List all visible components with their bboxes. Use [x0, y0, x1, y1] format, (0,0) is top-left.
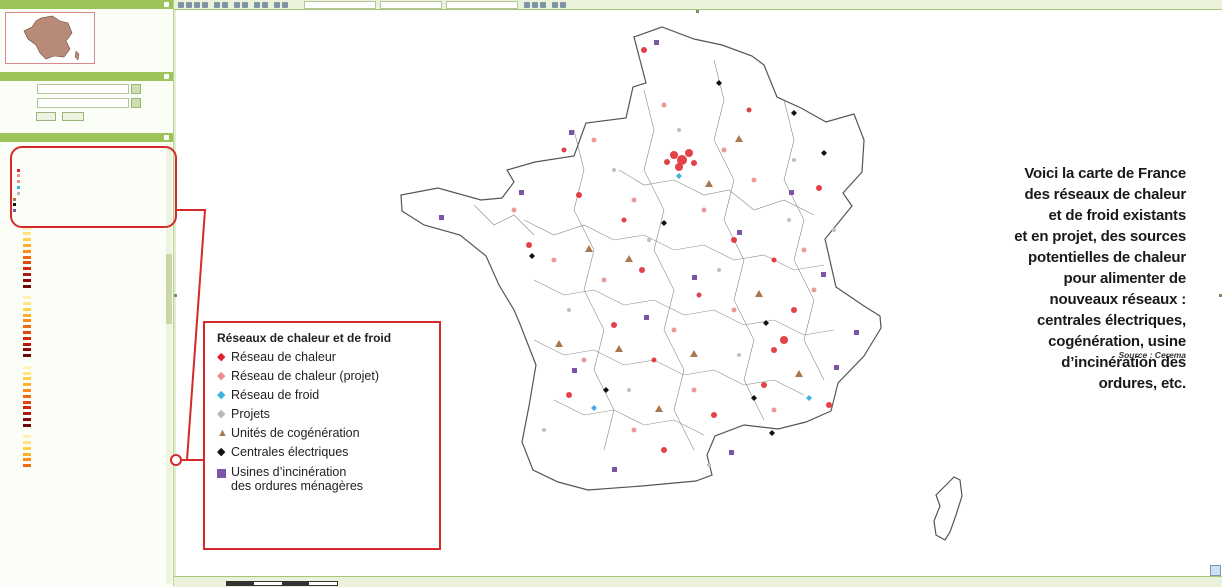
- department-row: [0, 83, 173, 95]
- draw-icon[interactable]: [262, 2, 268, 8]
- project-icon: ◆: [217, 408, 226, 420]
- cogeneration-icon: ▲: [217, 427, 228, 439]
- legend-item-cold-network: ◆ Réseau de froid: [217, 386, 439, 405]
- legend-box: Réseaux de chaleur et de froid ◆ Réseau …: [203, 321, 441, 550]
- localiser-actions: [0, 109, 173, 121]
- overview-map[interactable]: [5, 12, 95, 64]
- legend-label-line1: Usines d’incinération: [231, 465, 347, 479]
- legend-label: Réseau de froid: [231, 388, 320, 402]
- legend-item-heat-network-project: ◆ Réseau de chaleur (projet): [217, 367, 439, 386]
- projection-select[interactable]: [446, 1, 518, 9]
- print-icon[interactable]: [282, 2, 288, 8]
- legend-highlight-frame: [10, 146, 177, 228]
- incineration-icon: [217, 465, 231, 482]
- heat-project-icon: ◆: [217, 370, 226, 382]
- reset-button[interactable]: [61, 112, 84, 121]
- cold-network-icon: ◆: [217, 389, 226, 401]
- caption-line: cogénération, usine: [1048, 333, 1186, 350]
- search-icon[interactable]: [178, 2, 184, 8]
- localiser-button[interactable]: [36, 112, 56, 121]
- map-markers: [439, 40, 859, 472]
- map-status-bar: [174, 576, 1222, 587]
- pan-icon[interactable]: [202, 2, 208, 8]
- legend-item-incineration: Usines d’incinération des ordures ménagè…: [217, 465, 439, 493]
- sidebar: [0, 0, 174, 586]
- square-icon: [217, 469, 226, 478]
- pan-grip-left[interactable]: [174, 294, 177, 297]
- scale-select[interactable]: [304, 1, 376, 9]
- caption-line: nouveaux réseaux :: [1049, 291, 1187, 308]
- camera-icon[interactable]: [532, 2, 538, 8]
- map-toolbar: [174, 0, 1222, 10]
- caption-line: centrales électriques,: [1036, 312, 1186, 329]
- help-icon[interactable]: [552, 2, 558, 8]
- collapse-icon[interactable]: [164, 74, 169, 79]
- power-plant-icon: ◆: [217, 446, 226, 458]
- legend-label: Projets: [231, 407, 270, 421]
- department-dropdown-button[interactable]: [131, 84, 141, 94]
- legend-label: Réseau de chaleur (projet): [231, 369, 379, 383]
- legend-label: Centrales électriques: [231, 445, 349, 459]
- overview-france-shape: [23, 15, 80, 61]
- department-borders: [473, 59, 835, 451]
- caption-line: pour alimenter de: [1063, 270, 1187, 287]
- measure-icon[interactable]: [214, 2, 220, 8]
- legend-label: Unités de cogénération: [231, 426, 360, 440]
- legend-label: Réseau de chaleur: [231, 350, 336, 364]
- zoom-in-icon[interactable]: [186, 2, 192, 8]
- share-icon[interactable]: [540, 2, 546, 8]
- commune-dropdown-button[interactable]: [131, 98, 141, 108]
- fullscreen-icon[interactable]: [560, 2, 566, 8]
- scrollbar-thumb[interactable]: [166, 254, 172, 324]
- legend-title: Réseaux de chaleur et de froid: [217, 331, 392, 345]
- legend-item-heat-network: ◆ Réseau de chaleur: [217, 348, 439, 367]
- map-frame-left: [174, 10, 176, 576]
- department-input[interactable]: [37, 84, 129, 94]
- commune-input[interactable]: [37, 98, 129, 108]
- heat-network-icon: ◆: [217, 351, 226, 363]
- zoom-out-icon[interactable]: [194, 2, 200, 8]
- callout-circle: [170, 454, 182, 466]
- legend-item-projects: ◆ Projets: [217, 405, 439, 424]
- pan-grip-top[interactable]: [696, 10, 699, 13]
- legend-item-cogeneration: ▲ Unités de cogénération: [217, 424, 439, 443]
- print-preview-icon[interactable]: [524, 2, 530, 8]
- format-select[interactable]: [380, 1, 442, 9]
- caption-line: Voici la carte de France: [1024, 165, 1186, 182]
- export-icon[interactable]: [274, 2, 280, 8]
- panel-header-legende[interactable]: [0, 133, 173, 142]
- caption-line: ordures, etc.: [1098, 375, 1187, 392]
- caption-line: des réseaux de chaleur: [1024, 186, 1186, 203]
- select-icon[interactable]: [234, 2, 240, 8]
- caption-line: potentielles de chaleur: [1028, 249, 1186, 266]
- caption-line: et en projet, des sources: [1014, 228, 1186, 245]
- legend-item-power-plants: ◆ Centrales électriques: [217, 443, 439, 462]
- france-outline: [400, 26, 963, 541]
- collapse-icon[interactable]: [164, 135, 169, 140]
- source-credit: Source : Cerema: [1118, 350, 1186, 360]
- scale-bar: [226, 581, 338, 586]
- legend-label-multiline: Usines d’incinération des ordures ménagè…: [231, 465, 363, 493]
- layers-icon[interactable]: [254, 2, 260, 8]
- commune-row: [0, 97, 173, 109]
- info-icon[interactable]: [242, 2, 248, 8]
- panel-header-localiser[interactable]: [0, 72, 173, 81]
- collapse-icon[interactable]: [164, 2, 169, 7]
- legend-label-line2: des ordures ménagères: [231, 479, 364, 493]
- measure-area-icon[interactable]: [222, 2, 228, 8]
- overview-toggle-button[interactable]: [1210, 565, 1221, 576]
- panel-header-situation[interactable]: [0, 0, 173, 9]
- caption-line: et de froid existants: [1048, 207, 1186, 224]
